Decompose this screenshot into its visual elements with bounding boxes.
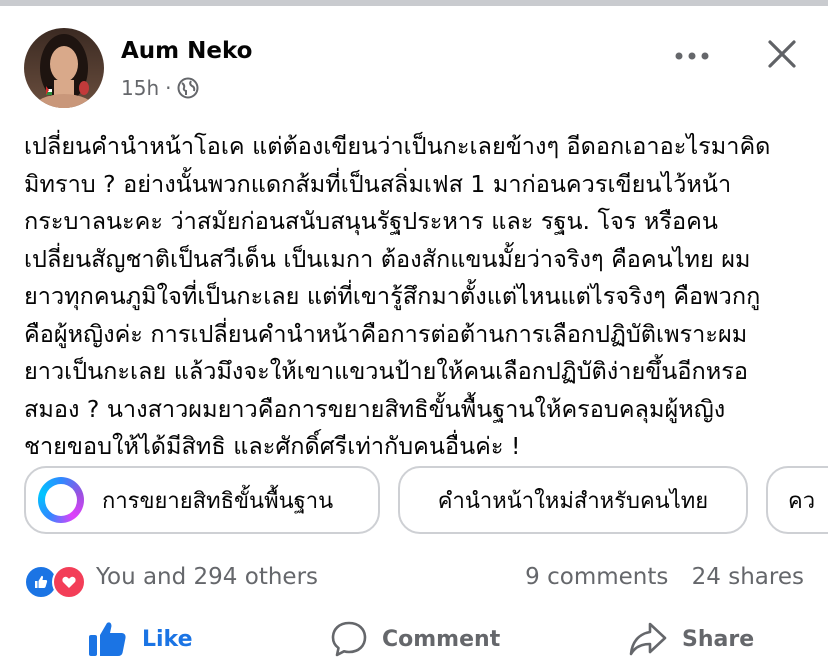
post-line: คือผู้หญิงค่ะ การเปลี่ยนคำนำหน้าคือการต่… xyxy=(24,319,748,348)
post-time[interactable]: 15h xyxy=(121,76,159,100)
comments-count[interactable]: 9 comments xyxy=(525,564,668,590)
post-line: กระบาลนะคะ ว่าสมัยก่อนสนับสนุนรัฐประหาร … xyxy=(24,207,718,235)
share-label: Share xyxy=(682,626,755,652)
search-chip[interactable]: คว xyxy=(766,466,828,534)
post-line: ยาวทุกคนภูมิใจที่เป็นกะเลย แต่ที่เขารู้ส… xyxy=(24,282,761,310)
post-line: ชายขอบให้ได้มีสิทธิ และศักดิ์ศรีเท่ากับค… xyxy=(24,432,521,460)
more-icon xyxy=(675,52,709,60)
post-body: เปลี่ยนคำนำหน้าโอเค แต่ต้องเขียนว่าเป็นก… xyxy=(24,128,806,466)
post-line: ยาวเป็นกะเลย แล้วมึงจะให้เขาแขวนป้ายให้ค… xyxy=(24,357,748,385)
love-icon xyxy=(52,565,86,599)
reactions-summary[interactable]: You and 294 others xyxy=(96,564,318,590)
reaction-icons[interactable] xyxy=(24,565,90,599)
share-icon xyxy=(629,622,667,656)
chip-label: คำนำหน้าใหม่สำหรับคนไทย xyxy=(437,488,709,514)
post-header: Aum Neko 15h · xyxy=(24,28,804,112)
avatar[interactable] xyxy=(24,28,104,108)
shares-count[interactable]: 24 shares xyxy=(692,564,804,590)
post-line: สมอง ? นางสาวผมยาวคือการขยายสิทธิขั้นพื้… xyxy=(24,394,726,423)
author-name[interactable]: Aum Neko xyxy=(121,38,252,64)
action-bar: Like Comment Share xyxy=(0,612,828,659)
chip-label: คว xyxy=(788,488,816,514)
meta-separator: · xyxy=(165,76,172,100)
comment-icon xyxy=(331,621,367,657)
search-chip[interactable]: คำนำหน้าใหม่สำหรับคนไทย xyxy=(398,466,748,534)
globe-icon[interactable] xyxy=(177,77,199,99)
post-line: เปลี่ยนสัญชาติเป็นสวีเด็น เป็นเมกา ต้องส… xyxy=(24,244,751,273)
ai-search-ring-icon xyxy=(38,477,84,523)
chip-label: การขยายสิทธิขั้นพื้นฐาน xyxy=(102,488,334,514)
like-label: Like xyxy=(142,626,193,652)
top-divider xyxy=(0,0,828,6)
post-line: มิทราบ ? อย่างนั้นพวกแดกส้มที่เป็นสลิ่มเ… xyxy=(24,169,732,198)
close-icon xyxy=(768,40,796,68)
share-button[interactable]: Share xyxy=(628,612,754,659)
like-icon xyxy=(89,622,126,656)
post-meta: 15h · xyxy=(121,76,199,100)
engagement-bar: You and 294 others 9 comments 24 shares xyxy=(24,562,804,599)
comment-label: Comment xyxy=(382,626,501,652)
engagement-counts: 9 comments 24 shares xyxy=(509,564,804,590)
comment-button[interactable]: Comment xyxy=(330,612,500,659)
search-chip[interactable]: การขยายสิทธิขั้นพื้นฐาน xyxy=(24,466,380,534)
post-line: เปลี่ยนคำนำหน้าโอเค แต่ต้องเขียนว่าเป็นก… xyxy=(24,132,771,160)
related-search-chips: การขยายสิทธิขั้นพื้นฐาน คำนำหน้าใหม่สำหร… xyxy=(24,466,828,538)
close-button[interactable] xyxy=(760,32,804,76)
post-page: Aum Neko 15h · เปลี่ยนคำนำหน้าโอเค แต่ต้… xyxy=(0,0,828,659)
like-button[interactable]: Like xyxy=(88,612,193,659)
more-options-button[interactable] xyxy=(670,34,714,78)
